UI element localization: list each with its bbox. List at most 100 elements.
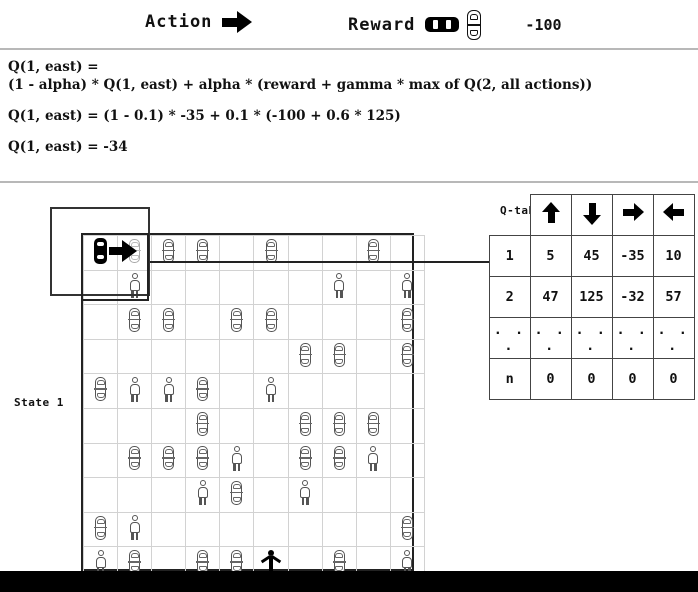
qtable-value-cell[interactable]: 0 [570,357,613,400]
grid-cell[interactable] [82,407,119,444]
grid-cell[interactable] [287,442,323,479]
grid-cell[interactable] [355,235,391,271]
grid-cell[interactable] [389,407,425,444]
grid-cell[interactable] [321,511,357,548]
grid-cell[interactable] [355,442,391,479]
grid-cell[interactable] [389,511,425,548]
grid-cell[interactable] [287,304,323,340]
grid-cell[interactable] [117,442,153,479]
grid-cell[interactable] [219,304,255,340]
grid-cell[interactable] [117,304,153,340]
grid-cell[interactable] [253,477,289,513]
grid-cell[interactable] [117,477,153,513]
grid-cell[interactable] [287,407,323,444]
grid-cell[interactable] [253,235,289,271]
grid-cell[interactable] [253,304,289,340]
grid-cell[interactable] [151,304,187,340]
qtable-value-cell[interactable]: -35 [611,234,654,277]
grid-cell[interactable] [287,373,323,409]
grid-cell[interactable] [321,304,357,340]
qtable-value-cell[interactable]: 0 [529,357,572,400]
grid-cell[interactable] [321,235,357,271]
qtable-value-cell[interactable]: . . . [570,316,613,359]
qtable-value-cell[interactable]: 0 [611,357,654,400]
grid-cell[interactable] [389,477,425,513]
grid-cell[interactable] [185,269,221,306]
grid-cell[interactable] [253,407,289,444]
grid-cell[interactable] [151,269,187,306]
grid-cell[interactable] [151,373,187,409]
grid-cell[interactable] [185,442,221,479]
grid-cell[interactable] [389,269,425,306]
grid-cell[interactable] [253,269,289,306]
grid-cell[interactable] [117,338,153,375]
grid-cell[interactable] [253,511,289,548]
grid-cell[interactable] [185,477,221,513]
grid-cell[interactable] [321,442,357,479]
grid-cell[interactable] [219,235,255,271]
qtable-value-cell[interactable]: . . . [652,316,695,359]
grid-cell[interactable] [151,511,187,548]
grid-cell[interactable] [117,511,153,548]
qtable-value-cell[interactable]: . . . [529,316,572,359]
grid-cell[interactable] [151,477,187,513]
grid-cell[interactable] [151,407,187,444]
grid-cell[interactable] [355,407,391,444]
grid-cell[interactable] [185,338,221,375]
grid-cell[interactable] [355,477,391,513]
grid-cell[interactable] [185,235,221,271]
grid-cell[interactable] [389,442,425,479]
qtable-value-cell[interactable]: 45 [570,234,613,277]
qtable-value-cell[interactable]: 10 [652,234,695,277]
grid-cell[interactable] [287,269,323,306]
grid-cell[interactable] [355,511,391,548]
grid-cell[interactable] [287,477,323,513]
grid-cell[interactable] [321,477,357,513]
grid-cell[interactable] [253,373,289,409]
grid-cell[interactable] [185,304,221,340]
grid-cell[interactable] [321,338,357,375]
grid-cell[interactable] [321,407,357,444]
qtable-value-cell[interactable]: 125 [570,275,613,318]
grid-cell[interactable] [219,477,255,513]
grid-cell[interactable] [219,269,255,306]
grid-cell[interactable] [82,338,119,375]
grid-cell[interactable] [185,373,221,409]
grid-cell[interactable] [355,373,391,409]
grid-cell[interactable] [151,442,187,479]
grid-cell[interactable] [151,338,187,375]
grid-cell[interactable] [219,373,255,409]
grid-cell[interactable] [82,477,119,513]
grid-cell[interactable] [185,511,221,548]
grid-cell[interactable] [355,269,391,306]
qtable-value-cell[interactable]: 47 [529,275,572,318]
grid-cell[interactable] [117,373,153,409]
grid-cell[interactable] [287,338,323,375]
grid-cell[interactable] [219,511,255,548]
grid-cell[interactable] [287,235,323,271]
qtable-value-cell[interactable]: -32 [611,275,654,318]
qtable-wrapper[interactable]: 1 5 45 -35 10 2 47 125 -32 57. . .. . .. . .. . .… [489,194,695,400]
grid-cell[interactable] [355,304,391,340]
grid-cell[interactable] [185,407,221,444]
grid-cell[interactable] [82,511,119,548]
grid-cell[interactable] [389,235,425,271]
qtable-value-cell[interactable]: 5 [529,234,572,277]
grid-cell[interactable] [151,235,187,271]
grid-cell[interactable] [117,407,153,444]
grid-cell[interactable] [321,269,357,306]
qtable-value-cell[interactable]: . . . [611,316,654,359]
grid-cell[interactable] [287,511,323,548]
grid-cell[interactable] [253,442,289,479]
qtable-value-cell[interactable]: 0 [652,357,695,400]
grid-cell[interactable] [253,338,289,375]
grid-cell[interactable] [82,373,119,409]
grid-cell[interactable] [82,304,119,340]
grid-cell[interactable] [82,442,119,479]
qtable-value-cell[interactable]: 57 [652,275,695,318]
grid-cell[interactable] [321,373,357,409]
grid-cell[interactable] [219,338,255,375]
grid-cell[interactable] [219,442,255,479]
grid-cell[interactable] [389,338,425,375]
grid-cell[interactable] [355,338,391,375]
